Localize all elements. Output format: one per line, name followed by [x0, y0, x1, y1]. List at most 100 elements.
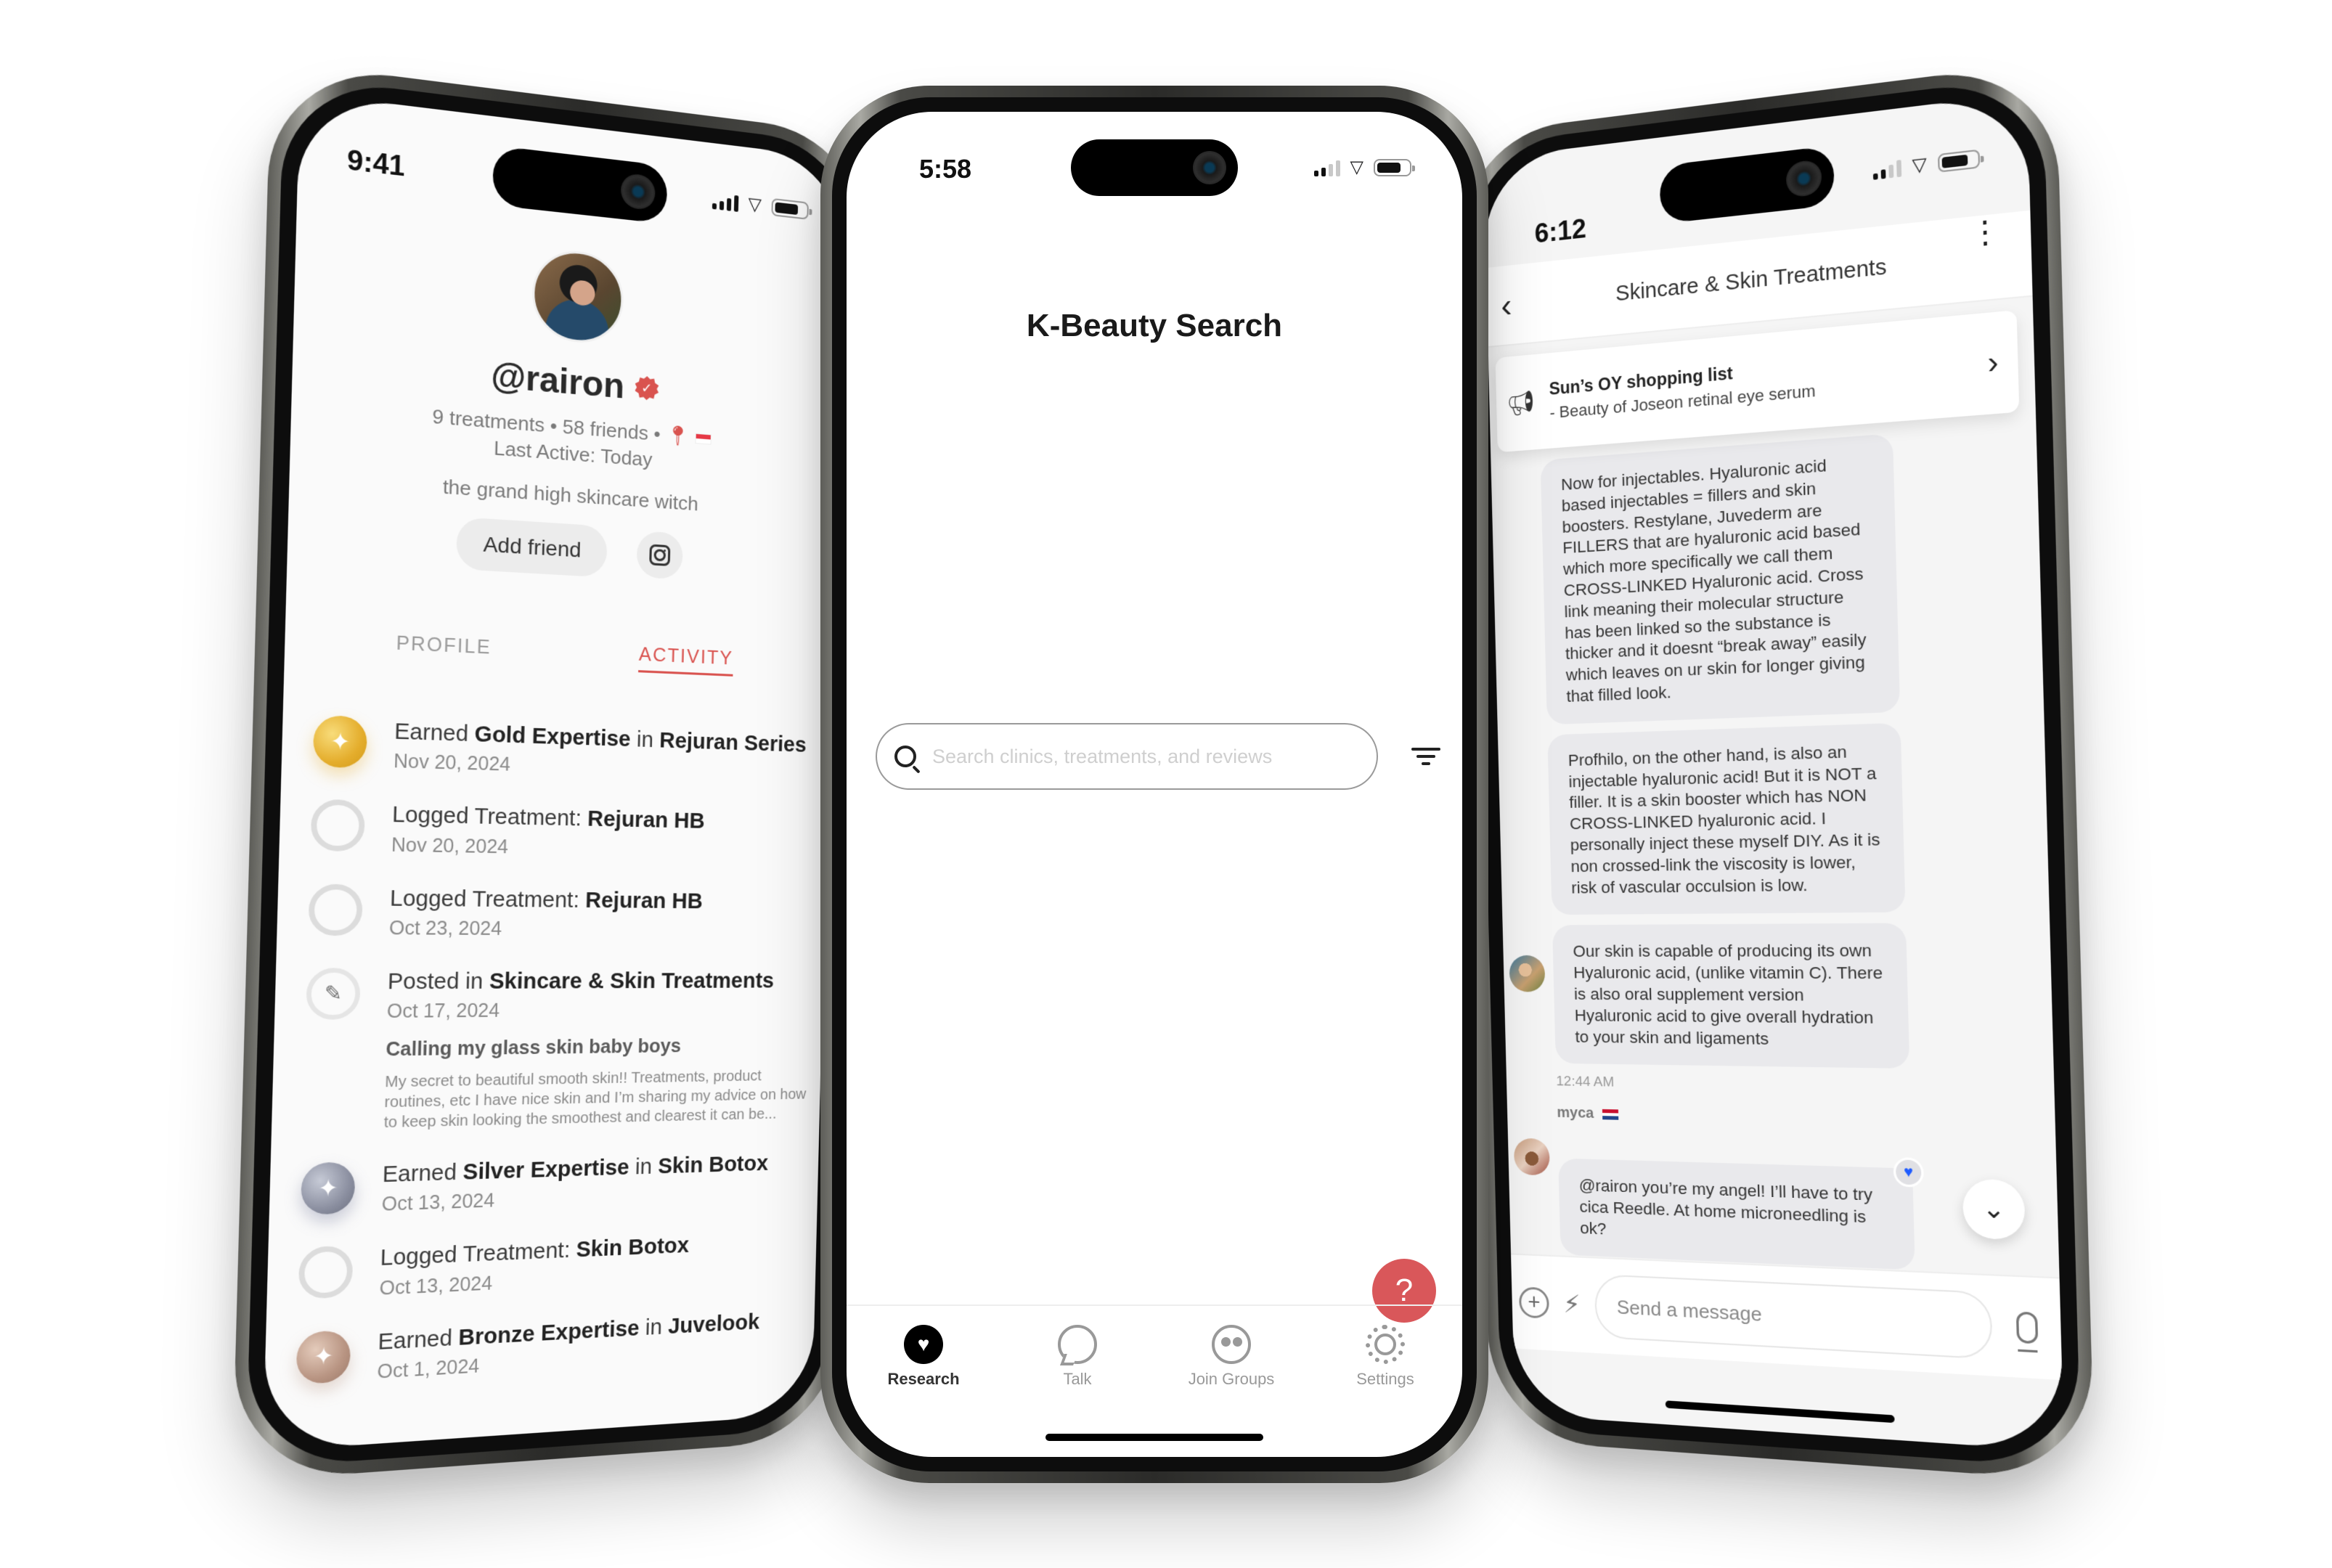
message-bubble[interactable]: Our skin is capable of producing its own…: [1552, 923, 1910, 1069]
add-friend-button[interactable]: Add friend: [456, 516, 608, 578]
activity-feed: ✦ Earned Gold Expertise in Rejuran Serie…: [295, 714, 822, 1417]
avatar[interactable]: [531, 246, 625, 346]
home-indicator[interactable]: [1665, 1400, 1895, 1424]
megaphone-icon: 📢︎: [1506, 388, 1536, 418]
add-attachment-button[interactable]: +: [1518, 1286, 1550, 1319]
signal-icon: [1872, 158, 1901, 180]
battery-icon: [771, 197, 809, 220]
message-bubble[interactable]: @rairon you’re my angel! I’ll have to tr…: [1558, 1157, 1925, 1270]
heart-reaction-icon[interactable]: ♥: [1893, 1157, 1925, 1188]
status-icons: ▽: [1872, 147, 1981, 181]
phone-bezel: 6:12 ▽ ‹ Skincare & Skin Treatments ⋮ 📢︎…: [1469, 75, 2082, 1469]
dynamic-island: [492, 145, 668, 224]
gear-icon: [1366, 1325, 1405, 1364]
tab-talk[interactable]: Talk: [1019, 1325, 1136, 1413]
status-time: 6:12: [1534, 213, 1587, 249]
phone-search: 5:58 ▽ K-Beauty Search ? ♥: [820, 86, 1488, 1483]
treatment-ring-icon: [298, 1245, 354, 1300]
activity-title: Logged Treatment: Rejuran HB: [389, 886, 704, 913]
search-icon: [894, 746, 916, 767]
activity-title: Logged Treatment: Rejuran HB: [391, 802, 706, 834]
message-bubble[interactable]: Profhilo, on the other hand, is also an …: [1547, 722, 1906, 915]
location-pin-icon: 📍︎: [665, 423, 690, 448]
flag-singapore-icon: [695, 433, 712, 445]
battery-icon: [1374, 158, 1415, 176]
activity-item[interactable]: ✦ Earned Bronze Expertise in Juvelook Oc…: [295, 1306, 807, 1389]
activity-item[interactable]: Logged Treatment: Skin Botox Oct 13, 202…: [298, 1228, 810, 1304]
silver-badge-icon: ✦: [300, 1161, 356, 1215]
profile-header: @rairon ✓ 9 treatments • 58 friends • 📍︎…: [287, 222, 840, 590]
profile-tabs: PROFILE ACTIVITY: [285, 627, 831, 681]
search-screen: 5:58 ▽ K-Beauty Search ? ♥: [847, 112, 1462, 1457]
phone-profile: 9:41 ▽ @rairon ✓ 9 treatments • 58 frien…: [232, 60, 870, 1482]
tab-join-groups[interactable]: Join Groups: [1173, 1325, 1289, 1413]
camera-icon: [1785, 159, 1822, 198]
activity-item[interactable]: ✦ Earned Gold Expertise in Rejuran Serie…: [312, 714, 822, 785]
back-button[interactable]: ‹: [1501, 285, 1512, 325]
tab-label: Talk: [1063, 1370, 1092, 1388]
phone-bezel: 9:41 ▽ @rairon ✓ 9 treatments • 58 frien…: [245, 75, 858, 1469]
pencil-icon: ✎: [306, 968, 361, 1020]
message-input[interactable]: [1594, 1273, 1993, 1360]
post-excerpt: My secret to beautiful smooth skin!! Tre…: [383, 1068, 807, 1132]
signal-icon: [712, 191, 738, 212]
activity-item[interactable]: Logged Treatment: Rejuran HB Nov 20, 202…: [310, 799, 820, 863]
flag-netherlands-icon: [1602, 1108, 1619, 1120]
avatar[interactable]: [1509, 955, 1546, 992]
activity-date: Oct 17, 2024: [386, 1000, 500, 1023]
microphone-icon[interactable]: [2015, 1311, 2039, 1344]
home-indicator[interactable]: [1045, 1434, 1263, 1441]
phone-bezel: 5:58 ▽ K-Beauty Search ? ♥: [832, 97, 1477, 1471]
search-input[interactable]: [932, 745, 1359, 768]
chat-screen: 6:12 ▽ ‹ Skincare & Skin Treatments ⋮ 📢︎…: [1483, 92, 2065, 1452]
treatment-ring-icon: [310, 799, 366, 852]
filter-button[interactable]: [1411, 748, 1440, 765]
wifi-icon: ▽: [1912, 153, 1928, 176]
bronze-badge-icon: ✦: [295, 1329, 351, 1384]
tab-label: Settings: [1356, 1370, 1414, 1388]
dynamic-island: [1659, 145, 1835, 224]
heart-icon: ♥: [904, 1325, 943, 1364]
verified-badge-icon: ✓: [635, 375, 659, 401]
dynamic-island: [1071, 139, 1238, 196]
tab-label: Join Groups: [1188, 1370, 1275, 1388]
status-icons: ▽: [712, 189, 809, 221]
message-bubble[interactable]: Now for injectables. Hyaluronic acid bas…: [1540, 433, 1901, 725]
activity-item[interactable]: Logged Treatment: Rejuran HB Oct 23, 202…: [308, 883, 818, 942]
tab-research[interactable]: ♥ Research: [865, 1325, 982, 1413]
activity-item[interactable]: ✎ Posted in Skincare & Skin Treatments O…: [303, 968, 816, 1135]
more-options-button[interactable]: ⋮: [1968, 213, 2002, 251]
activity-date: Oct 23, 2024: [388, 917, 502, 940]
post-title[interactable]: Calling my glass skin baby boys: [386, 1034, 815, 1061]
phone-chat: 6:12 ▽ ‹ Skincare & Skin Treatments ⋮ 📢︎…: [1457, 60, 2095, 1482]
status-time: 5:58: [919, 154, 972, 184]
lightning-icon[interactable]: ⚡︎: [1563, 1289, 1581, 1320]
gold-badge-icon: ✦: [312, 714, 368, 769]
wifi-icon: ▽: [748, 194, 762, 216]
camera-icon: [620, 172, 656, 211]
tab-profile[interactable]: PROFILE: [396, 632, 492, 666]
search-bar: [876, 723, 1440, 790]
message-author[interactable]: myca: [1557, 1105, 2039, 1133]
profile-screen: 9:41 ▽ @rairon ✓ 9 treatments • 58 frien…: [262, 92, 844, 1452]
groups-icon: [1212, 1325, 1251, 1364]
status-icons: ▽: [1313, 157, 1415, 178]
activity-item[interactable]: ✦ Earned Silver Expertise in Skin Botox …: [300, 1149, 812, 1220]
instagram-button[interactable]: [636, 530, 683, 580]
search-field[interactable]: [876, 723, 1378, 790]
camera-icon: [1193, 151, 1226, 184]
message-time: 12:44 AM: [1556, 1074, 1615, 1091]
instagram-icon: [648, 544, 671, 567]
battery-icon: [1937, 149, 1981, 173]
chat-bubble-icon: [1058, 1325, 1097, 1364]
bottom-tab-bar: ♥ Research Talk Join Groups Settings: [847, 1304, 1462, 1413]
chevron-right-icon: ›: [1986, 345, 1999, 380]
wifi-icon: ▽: [1350, 158, 1363, 177]
treatment-ring-icon: [308, 883, 364, 936]
status-time: 9:41: [346, 144, 406, 182]
page-title: K-Beauty Search: [1026, 308, 1283, 343]
tab-settings[interactable]: Settings: [1327, 1325, 1443, 1413]
signal-icon: [1313, 159, 1340, 176]
tab-label: Research: [887, 1370, 960, 1388]
tab-activity[interactable]: ACTIVITY: [638, 644, 734, 677]
